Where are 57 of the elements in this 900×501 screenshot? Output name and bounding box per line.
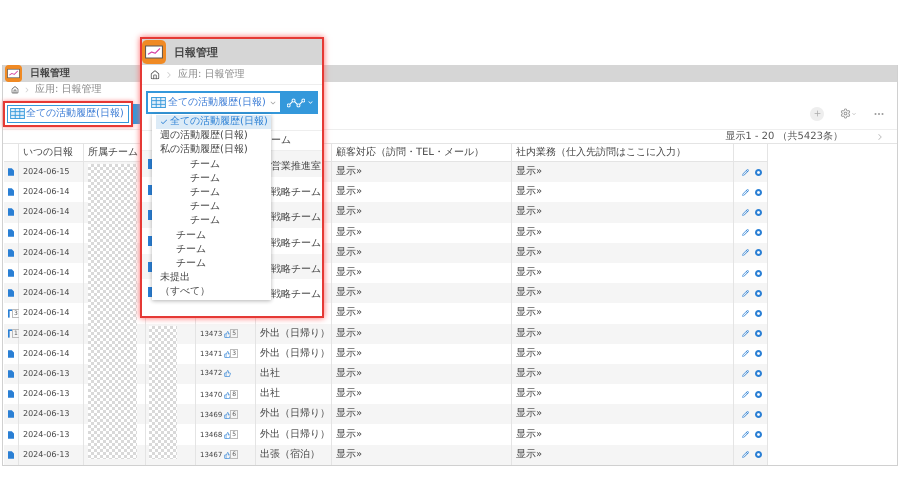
table-cell: 戦略チーム [271,212,321,224]
menu-item[interactable]: チーム [186,200,271,214]
menu-item[interactable]: チーム [186,186,271,200]
breadcrumb-link[interactable]: 应用: 日報管理 [35,85,102,95]
table-cell: 戦略チーム [271,264,321,275]
table-cell: 显示» [332,444,511,465]
menu-item[interactable]: チーム [186,158,271,172]
table-cell: 显示» [332,364,511,384]
table-cell: 出社 [256,364,331,384]
table-cell: 显示» [332,283,511,304]
column-header: 顧客対応（訪問・TEL・メール） [332,144,511,162]
table-cell: 显示» [512,324,733,344]
table-cell: 显示» [332,202,511,223]
table-cell: 戦略チーム [271,238,321,249]
table-cell: 2024-06-13 [19,364,83,384]
menu-item[interactable]: チーム [172,242,271,257]
column-header: いつの日報 [19,144,83,162]
app-title: 日報管理 [174,46,218,58]
pagination-text: 显示1 - 20 （共5423条） [725,132,843,142]
table-cell: 戦略チーム [271,289,321,300]
table-cell: 2024-06-14 [19,283,83,304]
table-cell: 2024-06-13 [19,404,83,424]
column-header: ーム [271,136,291,146]
table-cell: 2024-06-15 [19,162,83,182]
table-cell: 显示» [332,162,511,182]
menu-item[interactable]: チーム [186,214,271,228]
view-select[interactable]: 全ての活動履歴(日報) [146,91,282,114]
menu-item[interactable]: チーム [172,228,271,243]
menu-item[interactable]: 私の活動履歴(日報) [156,143,271,158]
breadcrumb-link[interactable]: 应用: 日報管理 [178,70,245,80]
table-cell: 显示» [512,444,733,465]
table-cell: 営業推進室 [271,160,321,172]
table-cell: 显示» [332,404,511,424]
table-cell: 出張（宿泊） [256,444,331,465]
table-cell: 显示» [512,242,733,263]
table-cell: 显示» [512,202,733,223]
menu-item[interactable]: チーム [172,256,271,272]
table-cell: 2024-06-14 [19,242,83,263]
table-cell: 2024-06-14 [19,324,83,344]
table-cell: 显示» [512,404,733,424]
table-cell: 戦略チーム [271,186,321,198]
table-cell: 2024-06-14 [19,202,83,223]
table-cell: 2024-06-13 [19,444,83,465]
table-cell: 显示» [332,324,511,344]
column-header: 社内業務（仕入先訪問はここに入力） [512,144,733,162]
table-cell: 显示» [332,242,511,263]
table-cell: 显示» [512,283,733,304]
view-select[interactable]: 全ての活動履歴(日報) [7,104,129,122]
table-cell: 显示» [512,162,733,182]
menu-item[interactable]: 未提出 [156,271,271,286]
menu-item[interactable]: 週の活動履歴(日報) [156,129,271,144]
menu-item[interactable]: （すべて） [156,285,271,300]
menu-item[interactable]: チーム [186,172,271,186]
table-cell: 显示» [512,364,733,384]
table-cell: 外出（日帰り） [256,404,331,424]
table-cell: 外出（日帰り） [256,324,331,344]
app-title: 日報管理 [30,68,70,78]
